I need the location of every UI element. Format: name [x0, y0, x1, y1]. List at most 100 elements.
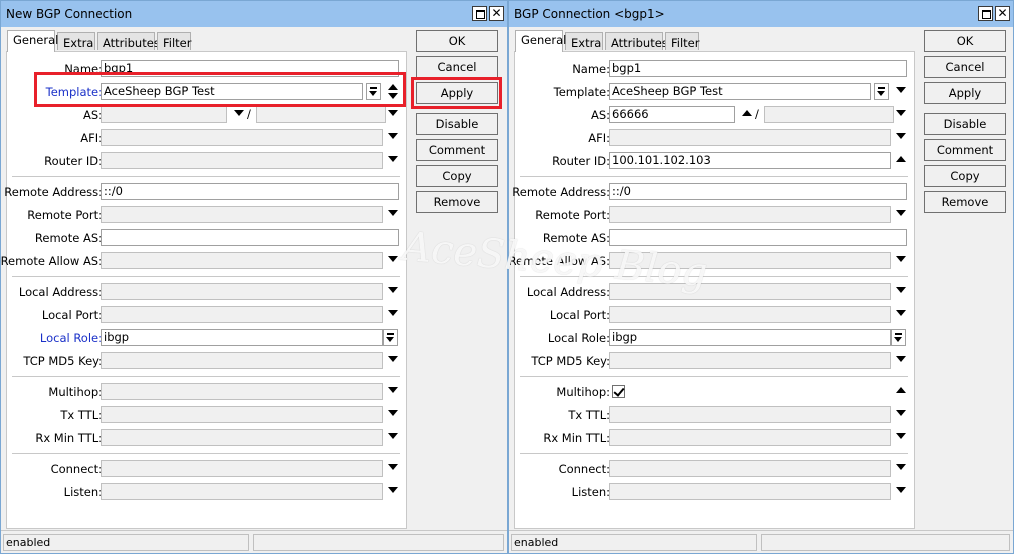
connect-chevron-down-icon[interactable] — [388, 464, 398, 470]
local-port-field[interactable] — [609, 306, 891, 323]
maximize-icon[interactable] — [978, 6, 993, 21]
tab-extra[interactable]: Extra — [57, 32, 95, 50]
local-role-select[interactable]: ibgp — [101, 329, 383, 346]
cancel-button[interactable]: Cancel — [416, 56, 498, 78]
remote-as-field[interactable] — [101, 229, 399, 246]
local-role-dropdown-icon[interactable] — [383, 329, 398, 346]
remote-port-chevron-down-icon[interactable] — [896, 210, 906, 216]
as-field[interactable]: 66666 — [609, 106, 735, 123]
router-id-field[interactable]: 100.101.102.103 — [609, 152, 891, 169]
remote-port-field[interactable] — [101, 206, 383, 223]
local-role-select[interactable]: ibgp — [609, 329, 891, 346]
apply-button[interactable]: Apply — [924, 82, 1006, 104]
close-button[interactable]: ✕ — [995, 6, 1010, 21]
connect-chevron-down-icon[interactable] — [896, 464, 906, 470]
remote-port-chevron-down-icon[interactable] — [388, 210, 398, 216]
tab-attributes[interactable]: Attributes — [97, 32, 160, 50]
router-id-field[interactable] — [101, 152, 383, 169]
cancel-button[interactable]: Cancel — [924, 56, 1006, 78]
as-field[interactable] — [101, 106, 227, 123]
tab-general[interactable]: General — [7, 30, 58, 52]
title-bar[interactable]: BGP Connection <bgp1> ✕ — [509, 1, 1013, 27]
listen-field[interactable] — [609, 483, 891, 500]
tab-filter[interactable]: Filter — [157, 32, 191, 50]
copy-button[interactable]: Copy — [924, 165, 1006, 187]
rx-min-ttl-chevron-down-icon[interactable] — [896, 433, 906, 439]
rx-min-ttl-field[interactable] — [101, 429, 383, 446]
close-button[interactable]: ✕ — [489, 6, 504, 21]
remote-address-field[interactable]: ::/0 — [609, 183, 907, 200]
remote-allow-as-chevron-down-icon[interactable] — [388, 256, 398, 262]
template-chevron-down-icon[interactable] — [896, 87, 906, 93]
remote-allow-as-field[interactable] — [101, 252, 383, 269]
afi-chevron-down-icon[interactable] — [388, 133, 398, 139]
ok-button[interactable]: OK — [924, 30, 1006, 52]
template-select[interactable]: AceSheep BGP Test — [609, 83, 871, 100]
local-port-field[interactable] — [101, 306, 383, 323]
local-port-chevron-down-icon[interactable] — [896, 310, 906, 316]
remote-allow-as-field[interactable] — [609, 252, 891, 269]
afi-chevron-down-icon[interactable] — [896, 133, 906, 139]
as-expand-icon[interactable] — [388, 110, 398, 116]
multihop-field[interactable] — [101, 383, 383, 400]
local-address-chevron-down-icon[interactable] — [896, 287, 906, 293]
tcp-md5-key-field[interactable] — [101, 352, 383, 369]
connect-field[interactable] — [101, 460, 383, 477]
listen-chevron-down-icon[interactable] — [388, 487, 398, 493]
local-address-field[interactable] — [101, 283, 383, 300]
as-expand-icon[interactable] — [896, 110, 906, 116]
as-separator: / — [755, 107, 759, 121]
divider — [520, 376, 908, 377]
multihop-chevron-up-icon[interactable] — [896, 387, 906, 393]
remote-as-field[interactable] — [609, 229, 907, 246]
copy-button[interactable]: Copy — [416, 165, 498, 187]
ok-button[interactable]: OK — [416, 30, 498, 52]
local-port-chevron-down-icon[interactable] — [388, 310, 398, 316]
as-second-field[interactable] — [256, 106, 386, 123]
tab-extra[interactable]: Extra — [565, 32, 603, 50]
rx-min-ttl-chevron-down-icon[interactable] — [388, 433, 398, 439]
tab-attributes[interactable]: Attributes — [605, 32, 668, 50]
disable-button[interactable]: Disable — [416, 113, 498, 135]
as-chevron-down-icon[interactable] — [234, 110, 244, 116]
tab-general[interactable]: General — [515, 30, 566, 52]
connect-field[interactable] — [609, 460, 891, 477]
local-address-label: Local Address: — [18, 285, 102, 299]
remote-allow-as-chevron-down-icon[interactable] — [896, 256, 906, 262]
tx-ttl-chevron-down-icon[interactable] — [896, 410, 906, 416]
router-id-chevron-up-icon[interactable] — [896, 156, 906, 162]
as-chevron-up-icon[interactable] — [742, 110, 752, 116]
comment-button[interactable]: Comment — [924, 139, 1006, 161]
as-second-field[interactable] — [764, 106, 894, 123]
tcp-md5-key-chevron-down-icon[interactable] — [388, 356, 398, 362]
local-role-dropdown-icon[interactable] — [891, 329, 906, 346]
rx-min-ttl-field[interactable] — [609, 429, 891, 446]
remove-button[interactable]: Remove — [924, 191, 1006, 213]
tcp-md5-key-field[interactable] — [609, 352, 891, 369]
title-bar[interactable]: New BGP Connection ✕ — [1, 1, 507, 27]
template-dropdown-icon[interactable] — [874, 83, 889, 100]
remote-address-field[interactable]: ::/0 — [101, 183, 399, 200]
multihop-chevron-down-icon[interactable] — [388, 387, 398, 393]
remove-button[interactable]: Remove — [416, 191, 498, 213]
disable-button[interactable]: Disable — [924, 113, 1006, 135]
tx-ttl-field[interactable] — [609, 406, 891, 423]
listen-field[interactable] — [101, 483, 383, 500]
afi-field[interactable] — [609, 129, 891, 146]
local-address-chevron-down-icon[interactable] — [388, 287, 398, 293]
multihop-checkbox[interactable] — [612, 385, 625, 398]
afi-field[interactable] — [101, 129, 383, 146]
local-address-field[interactable] — [609, 283, 891, 300]
tab-filter[interactable]: Filter — [665, 32, 699, 50]
tcp-md5-key-chevron-down-icon[interactable] — [896, 356, 906, 362]
name-field[interactable]: bgp1 — [609, 60, 907, 77]
tx-ttl-field[interactable] — [101, 406, 383, 423]
maximize-icon[interactable] — [472, 6, 487, 21]
tx-ttl-chevron-down-icon[interactable] — [388, 410, 398, 416]
remote-port-field[interactable] — [609, 206, 891, 223]
router-id-chevron-down-icon[interactable] — [388, 156, 398, 162]
tx-ttl-label: Tx TTL: — [60, 408, 102, 422]
comment-button[interactable]: Comment — [416, 139, 498, 161]
local-role-label[interactable]: Local Role: — [40, 331, 102, 345]
listen-chevron-down-icon[interactable] — [896, 487, 906, 493]
